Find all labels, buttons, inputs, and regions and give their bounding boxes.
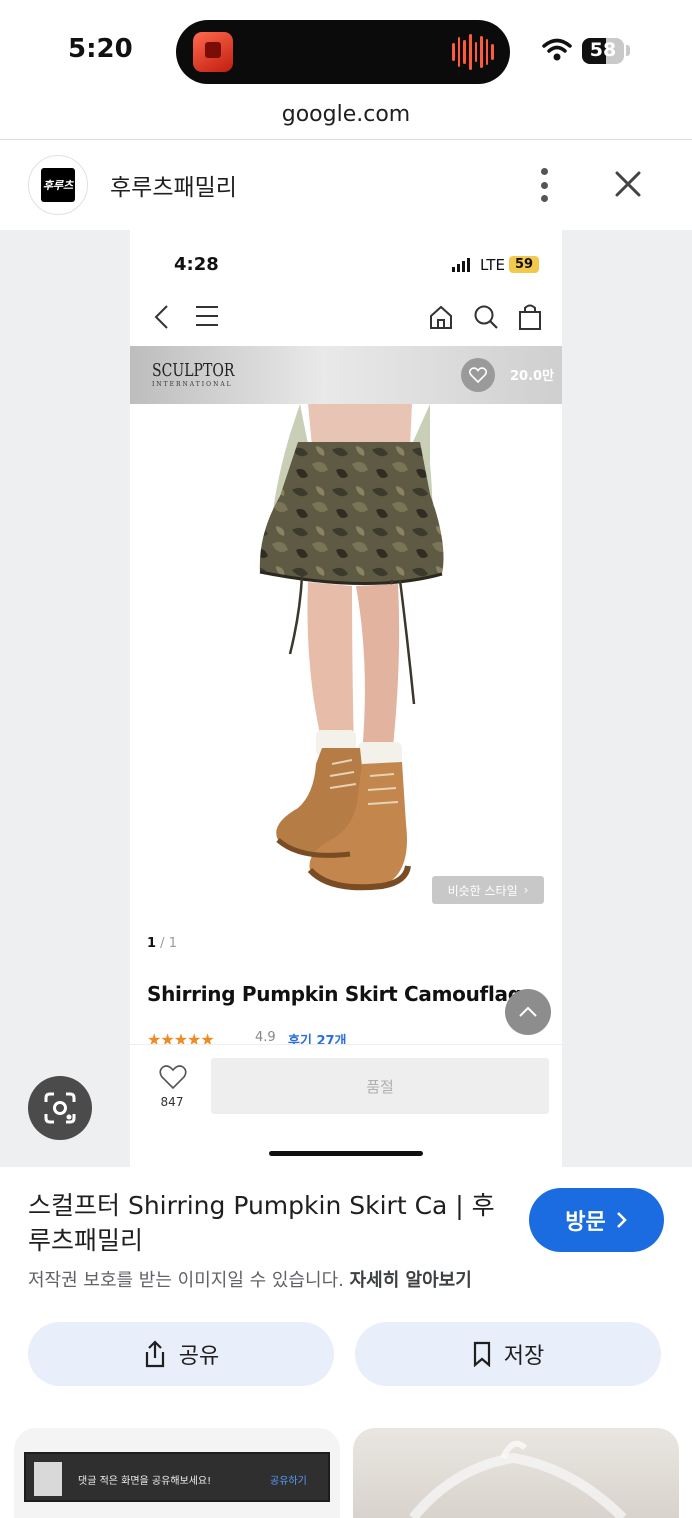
site-name[interactable]: 후루츠패밀리 — [110, 168, 237, 202]
status-time: 5:20 — [68, 34, 133, 64]
brand-like-count: 20.0만 — [510, 369, 555, 384]
similar-style-button: 비슷한 스타일 › — [432, 876, 544, 904]
product-screenshot[interactable]: 4:28 LTE 59 SCULPTOR INTERNATIONAL 20.0만 — [130, 230, 562, 1167]
home-indicator — [269, 1151, 423, 1156]
brand-logo-subtitle: INTERNATIONAL — [152, 381, 233, 388]
battery-icon: 58 — [582, 38, 624, 64]
related-image-thumbnail[interactable] — [353, 1428, 679, 1518]
similar-style-label: 비슷한 스타일 — [447, 883, 518, 898]
thumbnail-text: 댓글 적은 화면을 공유해보세요! — [78, 1476, 212, 1487]
product-title: Shirring Pumpkin Skirt Camouflage — [147, 982, 535, 1006]
visit-label: 방문 — [565, 1210, 606, 1235]
network-label: LTE — [480, 256, 505, 274]
share-icon — [145, 1340, 164, 1368]
phone-battery: 59 — [509, 256, 539, 273]
audio-waveform-icon — [452, 32, 494, 72]
phone-status-time: 4:28 — [174, 254, 219, 275]
heart-outline-icon — [159, 1065, 187, 1090]
learn-more-link[interactable]: 자세히 알아보기 — [350, 1270, 472, 1291]
save-button[interactable]: 저장 — [355, 1322, 661, 1386]
like-count: 847 — [160, 1095, 184, 1109]
more-options-icon[interactable] — [534, 168, 554, 202]
search-icon — [474, 305, 498, 329]
hanger-image — [409, 1440, 627, 1518]
menu-icon — [196, 306, 218, 326]
share-label: 공유 — [178, 1344, 220, 1369]
cell-signal-icon — [452, 258, 470, 272]
share-button[interactable]: 공유 — [28, 1322, 334, 1386]
save-label: 저장 — [503, 1344, 545, 1369]
battery-level: 58 — [589, 39, 617, 61]
app-activity-icon[interactable] — [193, 32, 233, 72]
thumbnail-photo — [34, 1462, 62, 1496]
shopping-bag-icon — [519, 304, 541, 330]
chevron-right-icon: › — [523, 883, 529, 897]
chevron-right-icon — [616, 1212, 627, 1228]
close-icon[interactable] — [610, 166, 646, 202]
rating-score: 4.9 — [255, 1030, 276, 1044]
result-title[interactable]: 스컬프터 Shirring Pumpkin Skirt Ca | 후루츠패밀리 — [28, 1188, 508, 1258]
copyright-notice: 저작권 보호를 받는 이미지일 수 있습니다. 자세히 알아보기 — [28, 1266, 472, 1292]
soldout-button: 품절 — [211, 1058, 549, 1114]
visit-button[interactable]: 방문 — [529, 1188, 664, 1252]
scroll-top-icon — [505, 989, 551, 1035]
lens-search-icon[interactable] — [28, 1076, 92, 1140]
image-pager: 1 / 1 — [147, 936, 177, 951]
divider — [0, 139, 692, 140]
heart-icon — [461, 358, 495, 392]
site-logo: 후루츠 — [41, 168, 75, 202]
pager-current: 1 — [147, 936, 157, 951]
review-count: 후기 27개 — [288, 1034, 347, 1044]
battery-tip — [626, 45, 630, 56]
wifi-icon — [542, 38, 572, 61]
home-icon — [430, 305, 452, 329]
address-bar-url[interactable]: google.com — [0, 102, 692, 127]
bookmark-icon — [473, 1341, 490, 1367]
thumbnail-link: 공유하기 — [270, 1476, 307, 1487]
related-image-thumbnail[interactable]: 댓글 적은 화면을 공유해보세요! 공유하기 — [14, 1428, 340, 1518]
rating-stars: ★★★★★ — [147, 1030, 214, 1044]
product-photo — [130, 404, 562, 924]
pager-total: 1 — [168, 936, 177, 951]
brand-logo: SCULPTOR — [152, 360, 235, 381]
copyright-text: 저작권 보호를 받는 이미지일 수 있습니다. — [28, 1270, 344, 1291]
back-icon — [154, 305, 168, 329]
